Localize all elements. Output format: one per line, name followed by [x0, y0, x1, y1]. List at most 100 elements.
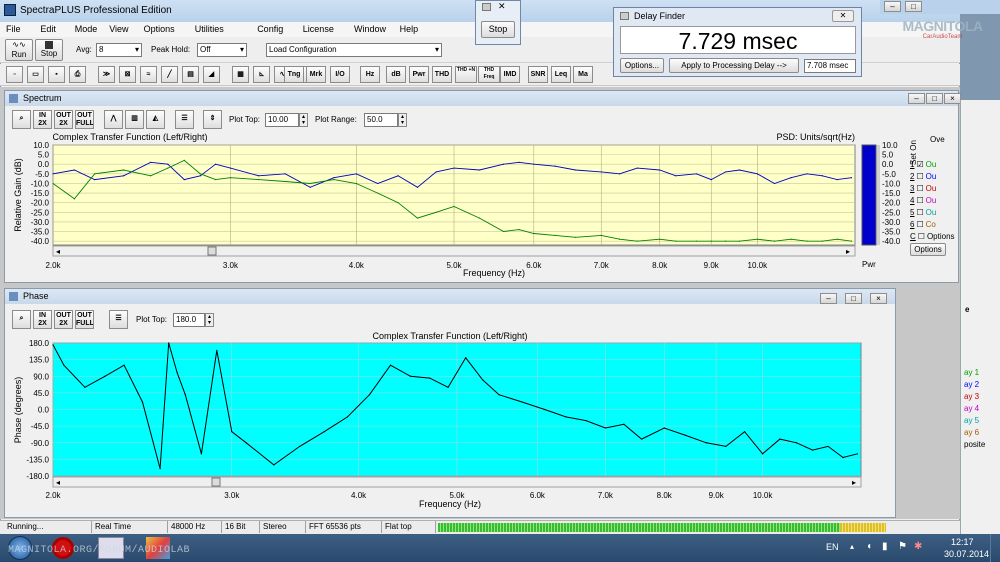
background-list-item: ay 4: [964, 404, 980, 413]
phase-scroll-thumb[interactable]: [211, 477, 221, 487]
background-window-text: e: [965, 305, 970, 314]
phase-series-point: [52, 344, 54, 346]
phase-series-point: [429, 377, 431, 379]
phase-series-point: [465, 357, 467, 359]
phase-series-point: [84, 386, 86, 388]
delay-finder-dialog: Delay Finder ✕ 7.729 msec Options... App…: [613, 7, 862, 77]
minimize-button[interactable]: –: [884, 1, 901, 12]
x-tick-label: 6.0k: [530, 491, 546, 500]
delay-value-field: 7.708 msec: [804, 59, 856, 73]
x-tick-label: 10.0k: [753, 491, 774, 500]
volume-icon[interactable]: ◖: [866, 541, 872, 552]
phase-series-point: [176, 371, 178, 374]
phase-series-point: [856, 453, 859, 455]
phase-series-point: [827, 445, 829, 448]
phase-series-point: [299, 445, 301, 448]
phase-series-point: [795, 442, 798, 444]
phase-series-point: [168, 342, 170, 344]
phase-series-point: [141, 401, 144, 403]
action-center-icon[interactable]: ⚑: [898, 541, 907, 552]
phase-series-point: [623, 423, 625, 425]
taskbar-url-overlay: MAGNITOLA.ORG/FORUM/AUDIOLAB: [8, 545, 191, 556]
x-tick-label: 4.0k: [351, 491, 367, 500]
scroll-right-arrow-icon[interactable]: ▸: [852, 478, 856, 487]
phase-series-point: [200, 453, 202, 455]
phase-x-ticks: 2.0k 3.0k 4.0k 5.0k 6.0k 7.0k 8.0k 9.0k 10.0k: [45, 491, 773, 500]
status-cell: 48000 Hz: [168, 521, 222, 533]
phase-series-point: [544, 408, 546, 411]
phase-series-point: [725, 445, 727, 448]
x-tick-label: 2.0k: [45, 491, 61, 500]
background-window: e: [960, 100, 1000, 540]
taskbar: MAGNITOLA.ORG/FORUM/AUDIOLAB EN ▴ ◖ ▮ ⚑ …: [0, 534, 1000, 562]
phase-chart-title: Complex Transfer Function (Left/Right): [372, 331, 527, 341]
phase-series-point: [565, 416, 567, 418]
x-tick-label: 8.0k: [657, 491, 673, 500]
phase-series-point: [641, 438, 643, 440]
phase-series-point: [521, 401, 524, 403]
phase-series-point: [744, 431, 746, 433]
status-cell: Running...: [4, 521, 92, 533]
phase-series-point: [123, 364, 125, 366]
phase-series-point: [604, 427, 606, 429]
status-cell: 16 Bit: [222, 521, 260, 533]
background-list-item: ay 2: [964, 380, 980, 389]
scroll-left-arrow-icon[interactable]: ◂: [56, 478, 60, 487]
tray-up-arrow-icon[interactable]: ▴: [850, 542, 854, 551]
phase-series-point: [762, 453, 764, 455]
x-tick-label: 7.0k: [598, 491, 614, 500]
y-tick-label: -45.0: [31, 422, 50, 431]
x-tick-label: 9.0k: [709, 491, 725, 500]
apply-delay-button[interactable]: Apply to Processing Delay -->: [669, 58, 799, 73]
phase-series-point: [389, 364, 392, 366]
clock-time[interactable]: 12:17: [951, 537, 974, 547]
y-tick-label: 135.0: [29, 356, 50, 365]
delay-options-button[interactable]: Options...: [620, 58, 664, 73]
phase-series-point: [842, 456, 844, 459]
phase-scrollbar[interactable]: [52, 476, 862, 488]
status-cell: Flat top: [382, 521, 436, 533]
show-desktop-button[interactable]: [990, 534, 1000, 562]
y-tick-label: -90.0: [31, 439, 50, 448]
phase-series-point: [368, 394, 371, 396]
x-tick-label: 3.0k: [224, 491, 240, 500]
maximize-button[interactable]: □: [905, 1, 922, 12]
background-list-item: ay 1: [964, 368, 980, 377]
phase-series-point: [409, 375, 412, 377]
background-list-item: ay 3: [964, 392, 980, 401]
delay-reading: 7.729 msec: [620, 26, 856, 54]
background-window-list: ay 1 ay 2 ay 3 ay 4 ay 5 ay 6 posite: [962, 368, 1000, 458]
phase-series-point: [159, 468, 161, 470]
stop-dialog-icon: [482, 3, 491, 11]
phase-series-point: [779, 438, 781, 440]
phase-chart: Complex Transfer Function (Left/Right) 1…: [13, 331, 862, 509]
phase-series-point: [447, 386, 449, 388]
background-list-item: ay 6: [964, 428, 980, 437]
y-tick-label: 45.0: [33, 389, 49, 398]
status-cell: Real Time: [92, 521, 168, 533]
network-icon[interactable]: ▮: [882, 541, 888, 552]
phase-series-point: [184, 394, 186, 396]
clock-date: 30.07.2014: [944, 549, 990, 559]
watermark-logo: MAGNITOLA CarAudioTeam: [902, 18, 983, 40]
stop-dialog: ✕ Stop: [475, 0, 521, 45]
status-cell: Stereo: [260, 521, 306, 533]
phase-series-point: [216, 349, 218, 351]
phase-series-point: [585, 419, 587, 422]
phase-series-point: [104, 375, 106, 377]
status-cell: FFT 65536 pts: [306, 521, 382, 533]
y-tick-label: -135.0: [26, 455, 49, 464]
stop-dialog-button[interactable]: Stop: [481, 21, 515, 38]
phase-series-point: [811, 449, 814, 451]
phase-series-point: [231, 431, 233, 433]
phase-series-point: [685, 434, 687, 436]
background-list-item: ay 5: [964, 416, 980, 425]
language-indicator[interactable]: EN: [826, 542, 839, 552]
tray-app-icon[interactable]: ✱: [914, 541, 922, 552]
close-icon[interactable]: ✕: [832, 10, 854, 22]
close-icon[interactable]: ✕: [498, 1, 506, 12]
level-meter: [438, 523, 886, 532]
phase-series-point: [273, 464, 275, 466]
delay-finder-title: Delay Finder: [634, 11, 686, 21]
delay-finder-icon: [620, 12, 629, 20]
